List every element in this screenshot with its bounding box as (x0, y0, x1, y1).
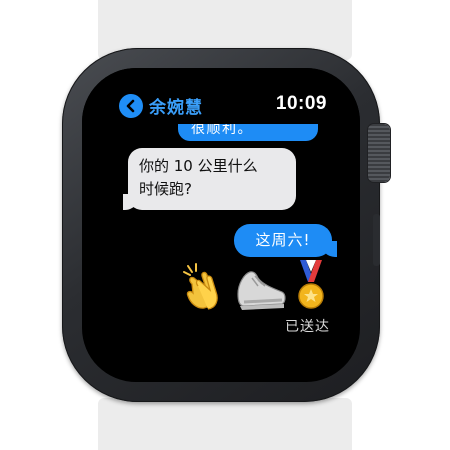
conversation-header: 余婉慧 10:09 (82, 68, 360, 124)
back-button[interactable]: 余婉慧 (119, 93, 203, 118)
delivery-status: 已送达 (285, 319, 330, 335)
side-button[interactable] (373, 214, 380, 266)
clock: 10:09 (275, 93, 327, 114)
bubble-tail (321, 241, 337, 257)
bubble-tail (123, 194, 139, 210)
contact-name: 余婉慧 (149, 98, 203, 118)
message-bubble-outgoing[interactable]: 这周六! (234, 224, 337, 257)
watch-band-bottom (98, 398, 352, 450)
running-shoe-icon[interactable] (232, 264, 288, 314)
digital-crown[interactable] (368, 124, 390, 182)
chevron-left-icon[interactable] (119, 93, 143, 118)
message-text: 这周六! (255, 231, 311, 249)
clapping-hands-icon[interactable] (178, 262, 230, 314)
message-bubble-incoming[interactable]: 你的 10 公里什么 时候跑? (123, 148, 296, 210)
reaction-row (82, 260, 360, 316)
message-line: 你的 10 公里什么 (139, 157, 258, 175)
medal-icon[interactable] (294, 258, 328, 314)
message-line: 时候跑? (139, 180, 192, 198)
watch-screen: 余婉慧 10:09 很顺利。 你的 10 公里什么 时候跑? 这周六! 已送达 (82, 68, 360, 382)
